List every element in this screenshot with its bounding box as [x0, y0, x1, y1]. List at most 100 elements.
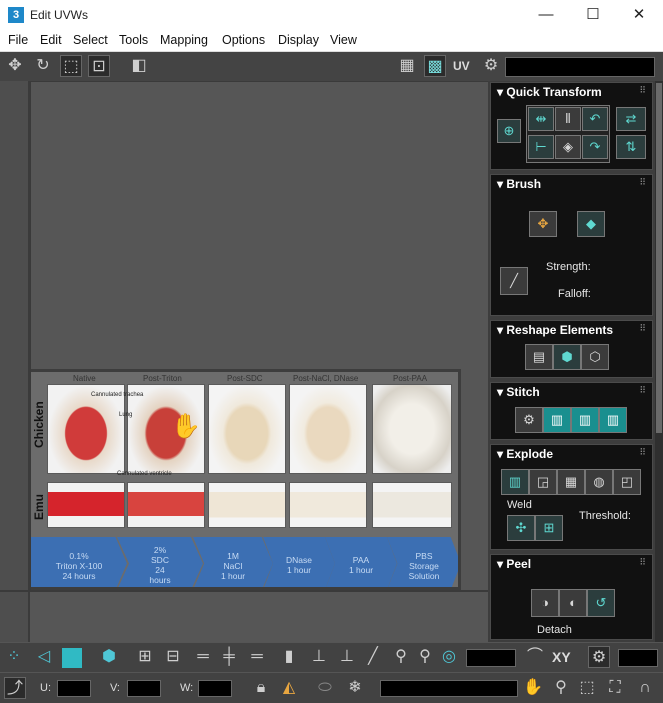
selection-set-field[interactable]: [380, 680, 518, 697]
grip-icon[interactable]: ⠿: [639, 557, 646, 568]
falloff-curve-icon[interactable]: ╱: [500, 267, 528, 295]
split-by-angle-icon[interactable]: ◲: [529, 469, 557, 495]
split-by-polygon-icon[interactable]: ▦: [557, 469, 585, 495]
rotate-minus-90-icon[interactable]: ↷: [582, 135, 608, 159]
v-field[interactable]: [127, 680, 161, 697]
menu-file[interactable]: File: [8, 33, 28, 47]
zoom-region-icon[interactable]: ⬚: [576, 677, 598, 699]
unhide-icon[interactable]: ⬭: [314, 677, 336, 699]
align-vertical-icon[interactable]: ⦀: [555, 107, 581, 131]
grip-icon[interactable]: ⠿: [639, 177, 646, 188]
split-by-material-icon[interactable]: ◰: [613, 469, 641, 495]
zoom-icon[interactable]: ⚲: [550, 677, 572, 699]
freeze-icon[interactable]: ❄: [344, 677, 366, 699]
break-icon[interactable]: ▥: [501, 469, 529, 495]
peel-mode-icon[interactable]: ◐: [559, 589, 587, 617]
falloff-icon[interactable]: ⊥: [336, 646, 358, 668]
texel-value-field[interactable]: [618, 649, 658, 667]
zoom-extents-icon[interactable]: ⛶: [604, 677, 626, 699]
menu-select[interactable]: Select: [73, 33, 108, 47]
annotation: Lung: [119, 412, 133, 418]
menu-options[interactable]: Options: [222, 33, 265, 47]
flip-vertical-icon[interactable]: ⇅: [616, 135, 646, 159]
rollout-title[interactable]: ▾ Brush: [497, 177, 541, 191]
shrink-selection-icon[interactable]: ⊟: [162, 646, 184, 668]
close-button[interactable]: ✕: [616, 0, 662, 30]
pan-icon[interactable]: ✋: [522, 677, 544, 699]
vertex-mode-icon[interactable]: ⁘: [3, 646, 25, 668]
rectangle-icon[interactable]: ⬡: [581, 344, 609, 370]
options-icon[interactable]: ⚙: [480, 55, 502, 77]
ring-icon[interactable]: ╪: [218, 646, 240, 668]
panel-scrollbar-thumb[interactable]: [656, 83, 662, 433]
paint-move-icon[interactable]: ✥: [529, 211, 557, 237]
limit-icon[interactable]: ⚲: [414, 646, 436, 668]
grip-icon[interactable]: ⠿: [639, 85, 646, 96]
split-by-smoothing-icon[interactable]: ◍: [585, 469, 613, 495]
quick-peel-icon[interactable]: ◑: [531, 589, 559, 617]
rollout-title[interactable]: ▾ Explode: [497, 447, 553, 461]
stitch-to-source-icon[interactable]: ▥: [543, 407, 571, 433]
soft-select-icon[interactable]: ⊥: [308, 646, 330, 668]
xy-toggle[interactable]: XY: [552, 649, 571, 665]
rotate-icon[interactable]: ↻: [32, 55, 54, 77]
menu-view[interactable]: View: [330, 33, 357, 47]
maximize-button[interactable]: ☐: [570, 0, 616, 30]
menu-edit[interactable]: Edit: [40, 33, 62, 47]
mirror-icon[interactable]: ◧: [128, 55, 150, 77]
rollout-title[interactable]: ▾ Stitch: [497, 385, 540, 399]
loop-icon[interactable]: ═: [192, 646, 214, 668]
freeform-icon[interactable]: ⊡: [88, 55, 110, 77]
stitch-average-icon[interactable]: ▥: [571, 407, 599, 433]
minimize-button[interactable]: —: [523, 0, 569, 30]
pivot-icon[interactable]: ⊕: [497, 119, 521, 143]
reset-peel-icon[interactable]: ↺: [587, 589, 615, 617]
relax-icon[interactable]: ⬢: [553, 344, 581, 370]
edge-distance-icon[interactable]: ⚲: [390, 646, 412, 668]
stitch-to-target-icon[interactable]: ▥: [599, 407, 627, 433]
soft-selection-radius-icon[interactable]: ◎: [438, 646, 460, 668]
uv-label[interactable]: UV: [453, 59, 470, 73]
align-left-icon[interactable]: ⊢: [528, 135, 554, 159]
grip-icon[interactable]: ⠿: [639, 323, 646, 334]
grip-icon[interactable]: ⠿: [639, 447, 646, 458]
rollout-title[interactable]: ▾ Quick Transform: [497, 85, 602, 99]
rotate-90-icon[interactable]: ↶: [582, 107, 608, 131]
lock-icon[interactable]: 🔒︎: [250, 677, 272, 699]
stitch-custom-icon[interactable]: ⚙: [515, 407, 543, 433]
w-field[interactable]: [198, 680, 232, 697]
rollout-title[interactable]: ▾ Peel: [497, 557, 531, 571]
column-label: Post-PAA: [393, 374, 428, 383]
grow-selection-icon[interactable]: ⊞: [134, 646, 156, 668]
paint-select-icon[interactable]: ╱: [362, 646, 384, 668]
absolute-offset-icon[interactable]: ⤴: [4, 677, 26, 699]
relax-brush-icon[interactable]: ◆: [577, 211, 605, 237]
menu-tools[interactable]: Tools: [119, 33, 148, 47]
u-field[interactable]: [57, 680, 91, 697]
texture-dropdown[interactable]: [505, 57, 655, 77]
checker-pattern-icon[interactable]: ▦: [396, 55, 418, 77]
weld-selected-icon[interactable]: ✣: [507, 515, 535, 541]
snap-icon[interactable]: ∩: [634, 677, 656, 699]
straighten-icon[interactable]: ▤: [525, 344, 553, 370]
edge-mode-icon[interactable]: ◁: [33, 646, 55, 668]
element-mode-icon[interactable]: ⬢: [98, 646, 120, 668]
space-icon[interactable]: ◈: [555, 135, 581, 159]
move-icon[interactable]: ✥: [4, 55, 26, 77]
texel-icon[interactable]: ⚙: [588, 646, 610, 668]
grip-icon[interactable]: ⠿: [639, 385, 646, 396]
checker-texture-icon[interactable]: ▩: [424, 55, 446, 77]
flip-horizontal-icon[interactable]: ⇄: [616, 107, 646, 131]
grow-loop-icon[interactable]: ═: [246, 646, 268, 668]
weld-all-icon[interactable]: ⊞: [535, 515, 563, 541]
menu-mapping[interactable]: Mapping: [160, 33, 208, 47]
hide-icon[interactable]: ◭: [278, 677, 300, 699]
scale-icon[interactable]: ⬚: [60, 55, 82, 77]
menu-display[interactable]: Display: [278, 33, 319, 47]
align-horizontal-icon[interactable]: ⇹: [528, 107, 554, 131]
pin-icon[interactable]: ▮: [278, 646, 300, 668]
falloff-curve-type-icon[interactable]: ⌒: [524, 646, 546, 668]
rollout-title[interactable]: ▾ Reshape Elements: [497, 323, 613, 337]
falloff-value-field[interactable]: [466, 649, 516, 667]
face-mode-icon[interactable]: [62, 648, 82, 668]
